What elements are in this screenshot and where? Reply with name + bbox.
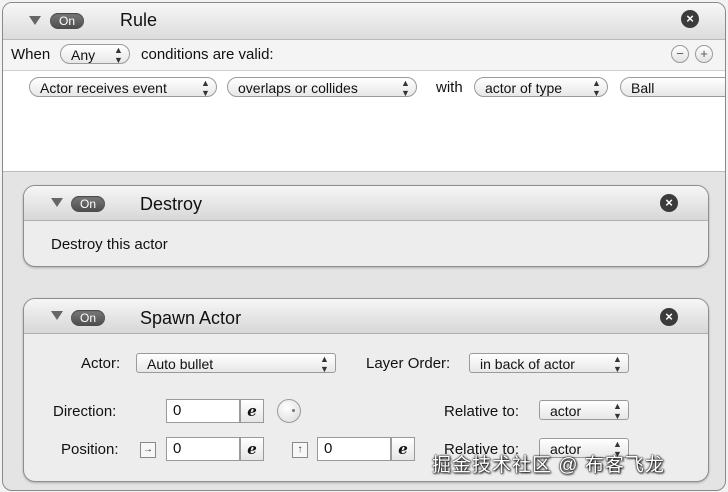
when-row: When Any ▲ ▼ conditions are valid: − +: [3, 40, 725, 71]
actor-value: Auto bullet: [147, 356, 214, 372]
actor-select[interactable]: Auto bullet ▲ ▼: [136, 353, 336, 374]
updown-arrow-icon: ▲ ▼: [613, 401, 622, 421]
close-icon[interactable]: ×: [660, 194, 678, 212]
expression-editor-icon[interactable]: e: [240, 399, 264, 423]
expression-editor-icon[interactable]: e: [240, 437, 264, 461]
layer-order-select[interactable]: in back of actor ▲ ▼: [469, 353, 629, 374]
match-mode-select[interactable]: Any ▲ ▼: [60, 44, 130, 65]
when-label: When: [11, 46, 51, 63]
updown-arrow-icon: ▲ ▼: [401, 78, 410, 98]
direction-input[interactable]: 0: [166, 399, 240, 423]
rule-title: Rule: [120, 10, 158, 30]
position-x-input[interactable]: 0: [166, 437, 240, 461]
destroy-title: Destroy: [140, 194, 203, 214]
condition-area: Actor receives event ▲ ▼ overlaps or coll…: [3, 71, 725, 172]
relative-to-value-1: actor: [550, 403, 582, 419]
target-value: Ball: [631, 80, 655, 96]
actor-label: Actor:: [81, 355, 121, 372]
match-mode-value: Any: [71, 47, 96, 63]
x-axis-icon: →: [140, 442, 156, 458]
expression-editor-icon[interactable]: e: [391, 437, 415, 461]
destroy-description: Destroy this actor: [51, 236, 168, 253]
destroy-behavior: On Destroy × Destroy this actor: [23, 185, 709, 267]
condition-subject-value: Actor receives event: [40, 80, 167, 96]
layer-order-value: in back of actor: [480, 356, 575, 372]
remove-condition-button[interactable]: −: [671, 45, 689, 63]
spawn-on-toggle[interactable]: On: [71, 310, 105, 326]
spawn-header: On Spawn Actor ×: [24, 299, 708, 334]
updown-arrow-icon: ▲ ▼: [114, 45, 123, 65]
conditions-text: conditions are valid:: [141, 46, 274, 63]
destroy-header: On Destroy ×: [24, 186, 708, 221]
position-label: Position:: [61, 441, 119, 458]
rule-panel: On Rule × When Any ▲ ▼ conditions are val…: [2, 2, 726, 491]
add-condition-button[interactable]: +: [695, 45, 713, 63]
relative-to-select-1[interactable]: actor ▲ ▼: [539, 400, 629, 421]
relative-to-label-1: Relative to:: [444, 403, 520, 420]
collapse-triangle-icon[interactable]: [29, 16, 41, 25]
spawn-title: Spawn Actor: [140, 308, 242, 328]
with-label: with: [436, 79, 463, 96]
updown-arrow-icon: ▲ ▼: [613, 354, 622, 374]
close-icon[interactable]: ×: [681, 10, 699, 28]
condition-event-select[interactable]: overlaps or collides ▲ ▼: [227, 77, 417, 98]
watermark: 掘金技术社区 @ 布客飞龙: [432, 455, 665, 476]
target-kind-select[interactable]: actor of type ▲ ▼: [474, 77, 608, 98]
direction-dial-icon[interactable]: [277, 399, 301, 423]
target-value-select[interactable]: Ball: [620, 77, 725, 97]
updown-arrow-icon: ▲ ▼: [592, 78, 601, 98]
rule-on-toggle[interactable]: On: [50, 13, 84, 29]
collapse-triangle-icon[interactable]: [51, 311, 63, 320]
condition-event-value: overlaps or collides: [238, 80, 358, 96]
close-icon[interactable]: ×: [660, 308, 678, 326]
updown-arrow-icon: ▲ ▼: [201, 78, 210, 98]
collapse-triangle-icon[interactable]: [51, 198, 63, 207]
y-axis-icon: ↑: [292, 442, 308, 458]
updown-arrow-icon: ▲ ▼: [320, 354, 329, 374]
position-y-input[interactable]: 0: [317, 437, 391, 461]
target-kind-value: actor of type: [485, 80, 563, 96]
condition-subject-select[interactable]: Actor receives event ▲ ▼: [29, 77, 217, 98]
direction-label: Direction:: [53, 403, 117, 420]
rule-header: On Rule ×: [3, 3, 725, 40]
layer-order-label: Layer Order:: [366, 355, 451, 372]
destroy-on-toggle[interactable]: On: [71, 196, 105, 212]
